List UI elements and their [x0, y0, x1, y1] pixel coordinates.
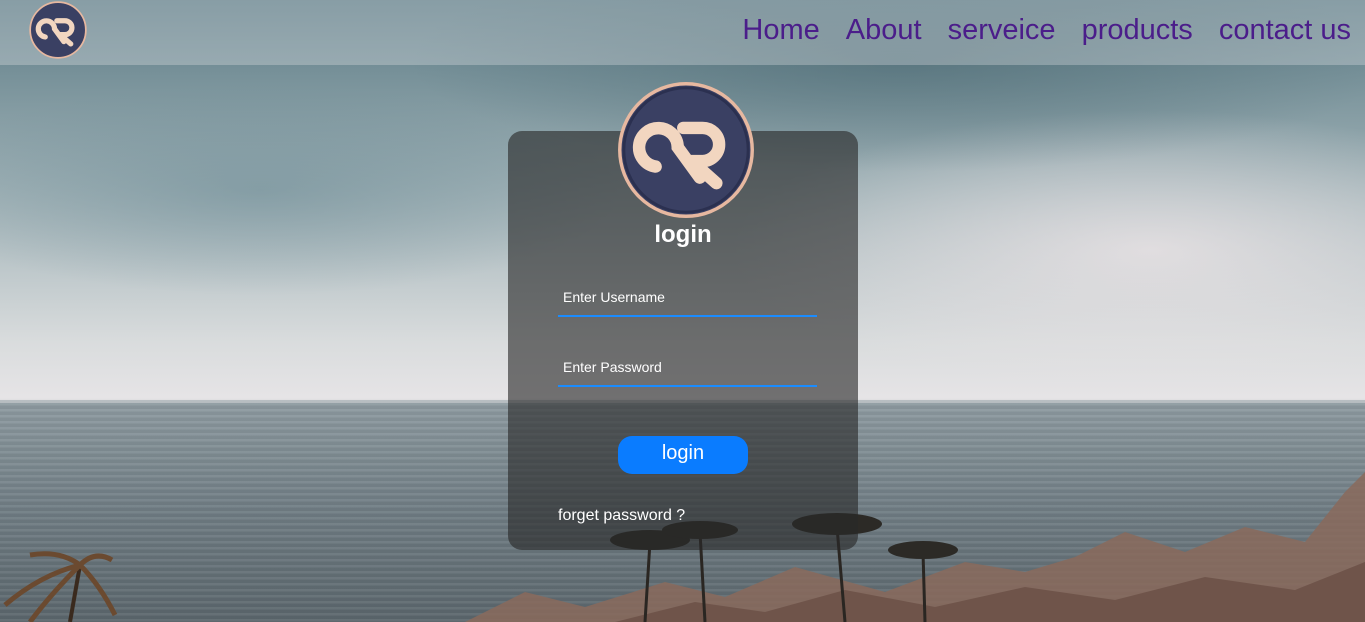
login-logo-icon — [618, 82, 754, 218]
nav-products-link[interactable]: products — [1082, 12, 1193, 48]
password-input[interactable] — [558, 349, 817, 387]
nav-contact-link[interactable]: contact us — [1219, 12, 1351, 48]
brand-logo-icon[interactable] — [29, 1, 87, 59]
top-navbar: Home About serveice products contact us — [0, 0, 1365, 65]
palm-left-image — [3, 551, 118, 622]
nav-service-link[interactable]: serveice — [948, 12, 1056, 48]
nav-links: Home About serveice products contact us — [742, 12, 1351, 48]
nav-home-link[interactable]: Home — [742, 12, 819, 48]
forget-password-link[interactable]: forget password ? — [558, 506, 685, 526]
username-input[interactable] — [558, 279, 817, 317]
login-button[interactable]: login — [618, 436, 748, 474]
nav-about-link[interactable]: About — [846, 12, 922, 48]
login-title: login — [654, 221, 712, 248]
login-page: Home About serveice products contact us … — [0, 0, 1365, 622]
